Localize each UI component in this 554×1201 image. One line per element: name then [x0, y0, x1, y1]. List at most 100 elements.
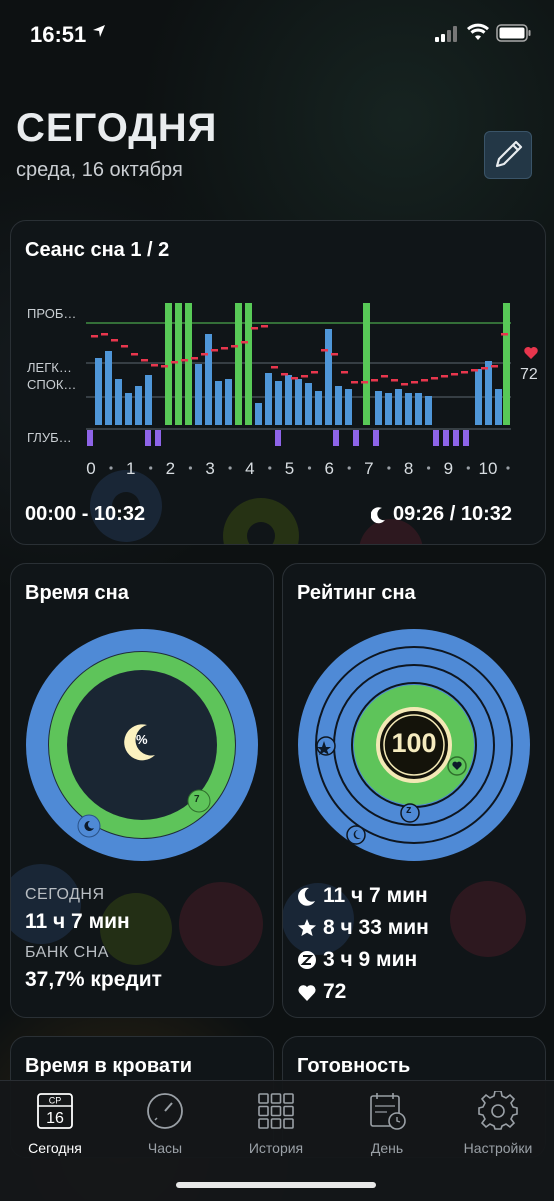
battery-icon [496, 24, 531, 42]
heart-rate-marker [481, 367, 488, 370]
hypnogram-bar [195, 364, 202, 425]
tick-dot [228, 466, 232, 470]
heart-rate-marker [321, 349, 328, 352]
deep-sleep-segment [333, 430, 339, 446]
cellular-signal-icon [435, 26, 457, 42]
hypnogram-bar [345, 389, 352, 425]
hypnogram-bar [165, 303, 172, 425]
page-date: среда, 16 октября [16, 159, 183, 181]
today-label: СЕГОДНЯ [25, 886, 105, 903]
hour-tick-label: 1 [126, 459, 135, 478]
heart-rate-marker [111, 339, 118, 342]
heart-rate-marker [161, 365, 168, 368]
hypnogram-bar [385, 393, 392, 425]
tab-day[interactable]: День [332, 1091, 442, 1156]
hour-tick-label: 7 [364, 459, 373, 478]
heart-rate-marker [131, 353, 138, 356]
tab-label: Сегодня [28, 1140, 82, 1156]
hypnogram-bar [125, 393, 132, 425]
sleep-bank-label: БАНК СНА [25, 944, 109, 961]
sleep-session-card[interactable]: Сеанс сна 1 / 2 ПРОБ… ЛЕГК… СПОК… ГЛУБ… 72 0 1… [10, 220, 546, 545]
hypnogram-bar [295, 379, 302, 425]
heart-rate-marker [341, 371, 348, 374]
tab-history[interactable]: История [221, 1091, 331, 1156]
heart-icon [524, 347, 538, 359]
rating-stat-value: 11 ч 7 мин [323, 884, 428, 907]
hypnogram-bar [215, 381, 222, 425]
hypnogram-bar [485, 361, 492, 425]
heart-rate-marker [331, 353, 338, 356]
hypnogram-bar [205, 334, 212, 425]
deep-sleep-segment [275, 430, 281, 446]
heart-rate-marker [211, 349, 218, 352]
rating-stat-value: 72 [323, 980, 347, 1003]
deep-sleep-segment [155, 430, 161, 446]
tick-dot [188, 466, 192, 470]
tick-dot [307, 466, 312, 470]
hypnogram-bar [245, 303, 252, 425]
heart-rate-marker [241, 341, 248, 344]
heart-rate-marker [471, 369, 478, 372]
wifi-icon [467, 23, 489, 40]
hypnogram-bar [325, 329, 332, 425]
tab-clock[interactable]: Часы [110, 1091, 220, 1156]
heart-rate-marker [491, 365, 498, 368]
deep-sleep-segment [443, 430, 449, 446]
status-time: 16:51 [30, 22, 87, 47]
ring-badge-number: 7 [194, 794, 200, 805]
sleep-score: 100 [391, 728, 437, 758]
heart-rate-marker [201, 353, 208, 356]
tab-settings[interactable]: Настройки [443, 1090, 553, 1156]
stage-label: СПОК… [27, 377, 76, 392]
calendar-day: 16 [46, 1110, 64, 1127]
heart-rate-marker [271, 366, 278, 369]
hour-tick-label: 5 [285, 459, 294, 478]
hypnogram-bar [405, 393, 412, 425]
hypnogram-bar [145, 375, 152, 425]
heart-rate-marker [411, 381, 418, 384]
edit-button[interactable] [484, 131, 532, 179]
hour-tick-label: 2 [166, 459, 175, 478]
tick-dot [268, 466, 272, 470]
heart-rate-marker [171, 361, 178, 364]
heart-rate-marker [101, 333, 108, 336]
location-arrow-icon [93, 25, 105, 37]
heart-rate-marker [261, 325, 268, 328]
session-sleep-ratio: 09:26 / 10:32 [393, 503, 512, 525]
tick-dot [466, 466, 470, 470]
heart-rate-marker [151, 364, 158, 367]
hour-tick-label: 6 [324, 459, 333, 478]
sleep-time-card[interactable]: Время сна % 7 СЕГОДНЯ 11 ч 7 мин БАНК СН… [10, 563, 274, 1018]
status-bar: 16:51 [0, 0, 554, 70]
heart-rate-marker [461, 371, 468, 374]
heart-rate-marker [181, 359, 188, 362]
sleep-rating-card[interactable]: Рейтинг сна 100 z 11 ч 7 мин 8 ч 33 мин … [282, 563, 546, 1018]
tick-dot [506, 466, 510, 470]
deep-sleep-segment [433, 430, 439, 446]
tab-today[interactable]: СР 16 Сегодня [0, 1091, 110, 1156]
hypnogram-bar [335, 386, 342, 425]
stage-label: ЛЕГК… [27, 360, 72, 375]
heart-rate-marker [391, 379, 398, 382]
sleep-bank-value: 37,7% кредит [25, 968, 162, 991]
day-calendar-icon [370, 1093, 406, 1130]
today-value: 11 ч 7 мин [25, 910, 130, 933]
hypnogram-bar [185, 303, 192, 425]
hour-tick-label: 8 [404, 459, 413, 478]
session-time-range: 00:00 - 10:32 [25, 503, 146, 525]
hypnogram-bar [105, 351, 112, 425]
tick-dot [427, 466, 431, 470]
hypnogram-bar [305, 383, 312, 425]
heart-rate-marker [451, 373, 458, 376]
hour-tick-label: 9 [444, 459, 453, 478]
hypnogram-bar [135, 386, 142, 425]
moon-badge-icon [84, 820, 94, 831]
tab-label: День [370, 1140, 404, 1156]
home-indicator [176, 1182, 376, 1188]
hypnogram-bar [175, 303, 182, 425]
tick-dot [109, 466, 113, 470]
hour-tick-label: 0 [86, 459, 95, 478]
hour-tick-label: 10 [479, 459, 498, 478]
hypnogram-bar [425, 396, 432, 425]
z-badge-label: z [406, 804, 412, 816]
